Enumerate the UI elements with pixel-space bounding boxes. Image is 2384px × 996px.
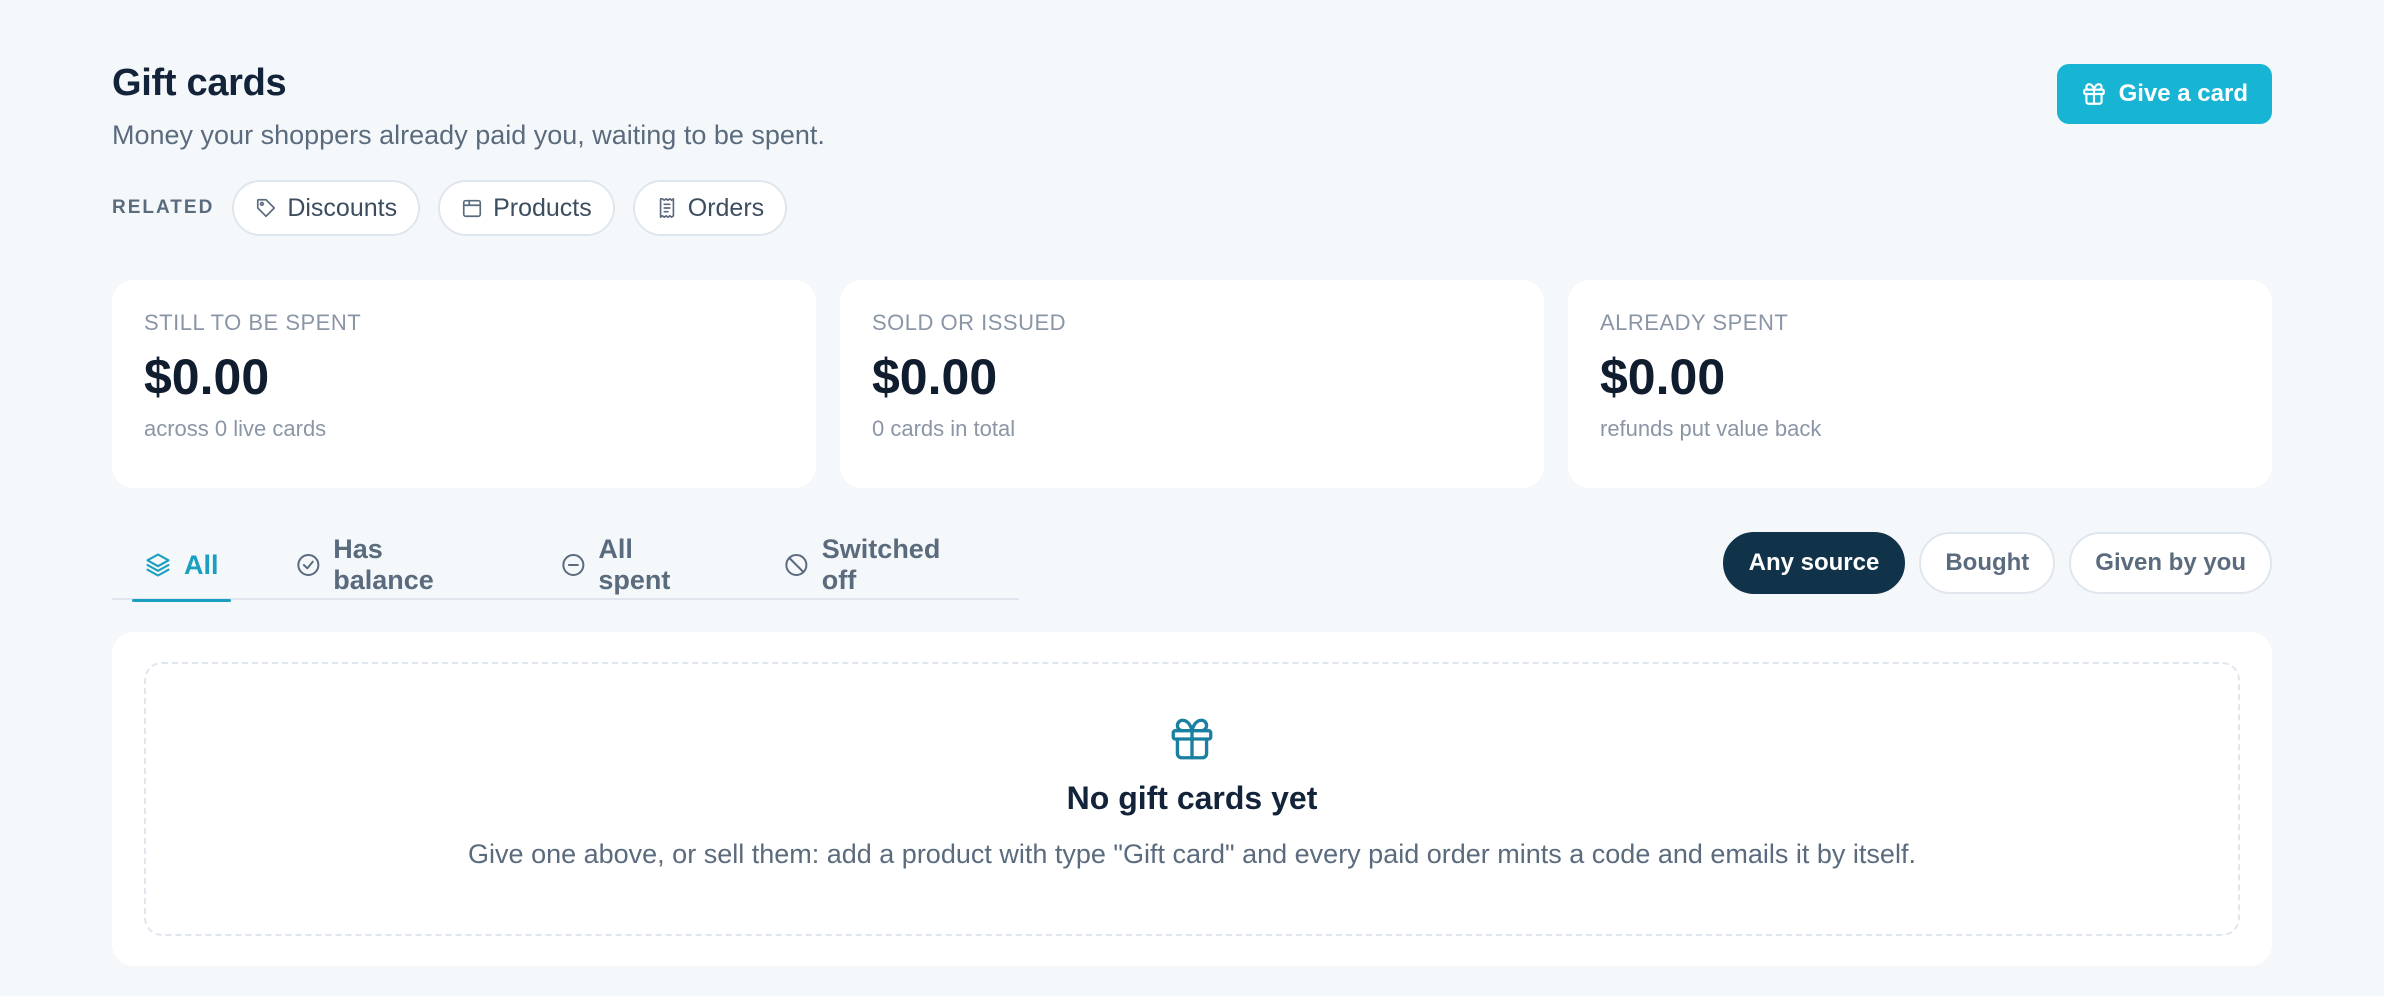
related-link-label: Discounts: [287, 193, 398, 222]
stats-row: STILL TO BE SPENT $0.00 across 0 live ca…: [112, 280, 2272, 488]
related-link-label: Products: [493, 193, 592, 222]
stat-label: SOLD OR ISSUED: [872, 310, 1067, 335]
related-label: RELATED: [112, 197, 215, 218]
related-link-label: Orders: [687, 193, 765, 222]
ban-icon: [785, 553, 808, 577]
filter-given-by-you[interactable]: Given by you: [2069, 532, 2272, 594]
filter-any-source[interactable]: Any source: [1722, 532, 1906, 594]
stat-value: $0.00: [872, 349, 998, 405]
receipt-icon: [659, 198, 674, 218]
tag-icon: [257, 198, 276, 218]
tab-all-spent[interactable]: All spent: [548, 530, 719, 600]
empty-state-title: No gift cards yet: [1066, 780, 1318, 816]
give-card-label: Give a card: [2118, 80, 2248, 107]
tab-label: All spent: [598, 534, 671, 595]
gift-cards-page: Gift cards Money your shoppers already p…: [112, 0, 2272, 966]
gift-icon: [2082, 83, 2105, 105]
check-circle-icon: [296, 553, 319, 577]
tab-switched-off[interactable]: Switched off: [771, 530, 987, 600]
tab-label: Has balance: [333, 534, 434, 595]
minus-circle-icon: [561, 553, 585, 577]
gift-icon: [1171, 718, 1213, 760]
status-tabs: All Has balance All spent Switched off: [112, 530, 1019, 602]
stat-card-sold-or-issued: SOLD OR ISSUED $0.00 0 cards in total: [840, 280, 1544, 488]
stat-value: $0.00: [1600, 349, 1726, 405]
related-link-products[interactable]: Products: [438, 180, 615, 236]
stat-value: $0.00: [144, 349, 270, 405]
give-card-button[interactable]: Give a card: [2056, 64, 2272, 124]
empty-state-text: Give one above, or sell them: add a prod…: [468, 839, 1916, 869]
related-links: RELATED Discounts Products Orders: [112, 180, 788, 236]
source-filters: Any source Bought Given by you: [1722, 532, 2272, 594]
stat-label: ALREADY SPENT: [1600, 310, 1789, 335]
filter-bought[interactable]: Bought: [1919, 532, 2056, 594]
stat-card-still-to-be-spent: STILL TO BE SPENT $0.00 across 0 live ca…: [112, 280, 816, 488]
tab-label: Switched off: [821, 534, 941, 595]
empty-state: No gift cards yet Give one above, or sel…: [144, 662, 2240, 936]
gift-cards-list-panel: No gift cards yet Give one above, or sel…: [112, 632, 2272, 966]
page-header: Gift cards Money your shoppers already p…: [112, 0, 2272, 250]
box-icon: [463, 199, 482, 218]
stat-note: across 0 live cards: [144, 416, 327, 441]
stat-label: STILL TO BE SPENT: [144, 310, 362, 335]
layers-icon: [146, 553, 170, 577]
tab-label: All: [184, 549, 219, 580]
tab-all[interactable]: All: [132, 530, 231, 602]
page-title: Gift cards: [112, 62, 287, 104]
page-subtitle: Money your shoppers already paid you, wa…: [112, 120, 825, 150]
related-link-orders[interactable]: Orders: [632, 180, 788, 236]
stat-note: refunds put value back: [1600, 416, 1822, 441]
stat-note: 0 cards in total: [872, 416, 1016, 441]
list-controls: All Has balance All spent Switched off A…: [112, 530, 2272, 602]
related-link-discounts[interactable]: Discounts: [232, 180, 421, 236]
stat-card-already-spent: ALREADY SPENT $0.00 refunds put value ba…: [1568, 280, 2272, 488]
tab-has-balance[interactable]: Has balance: [283, 530, 496, 600]
